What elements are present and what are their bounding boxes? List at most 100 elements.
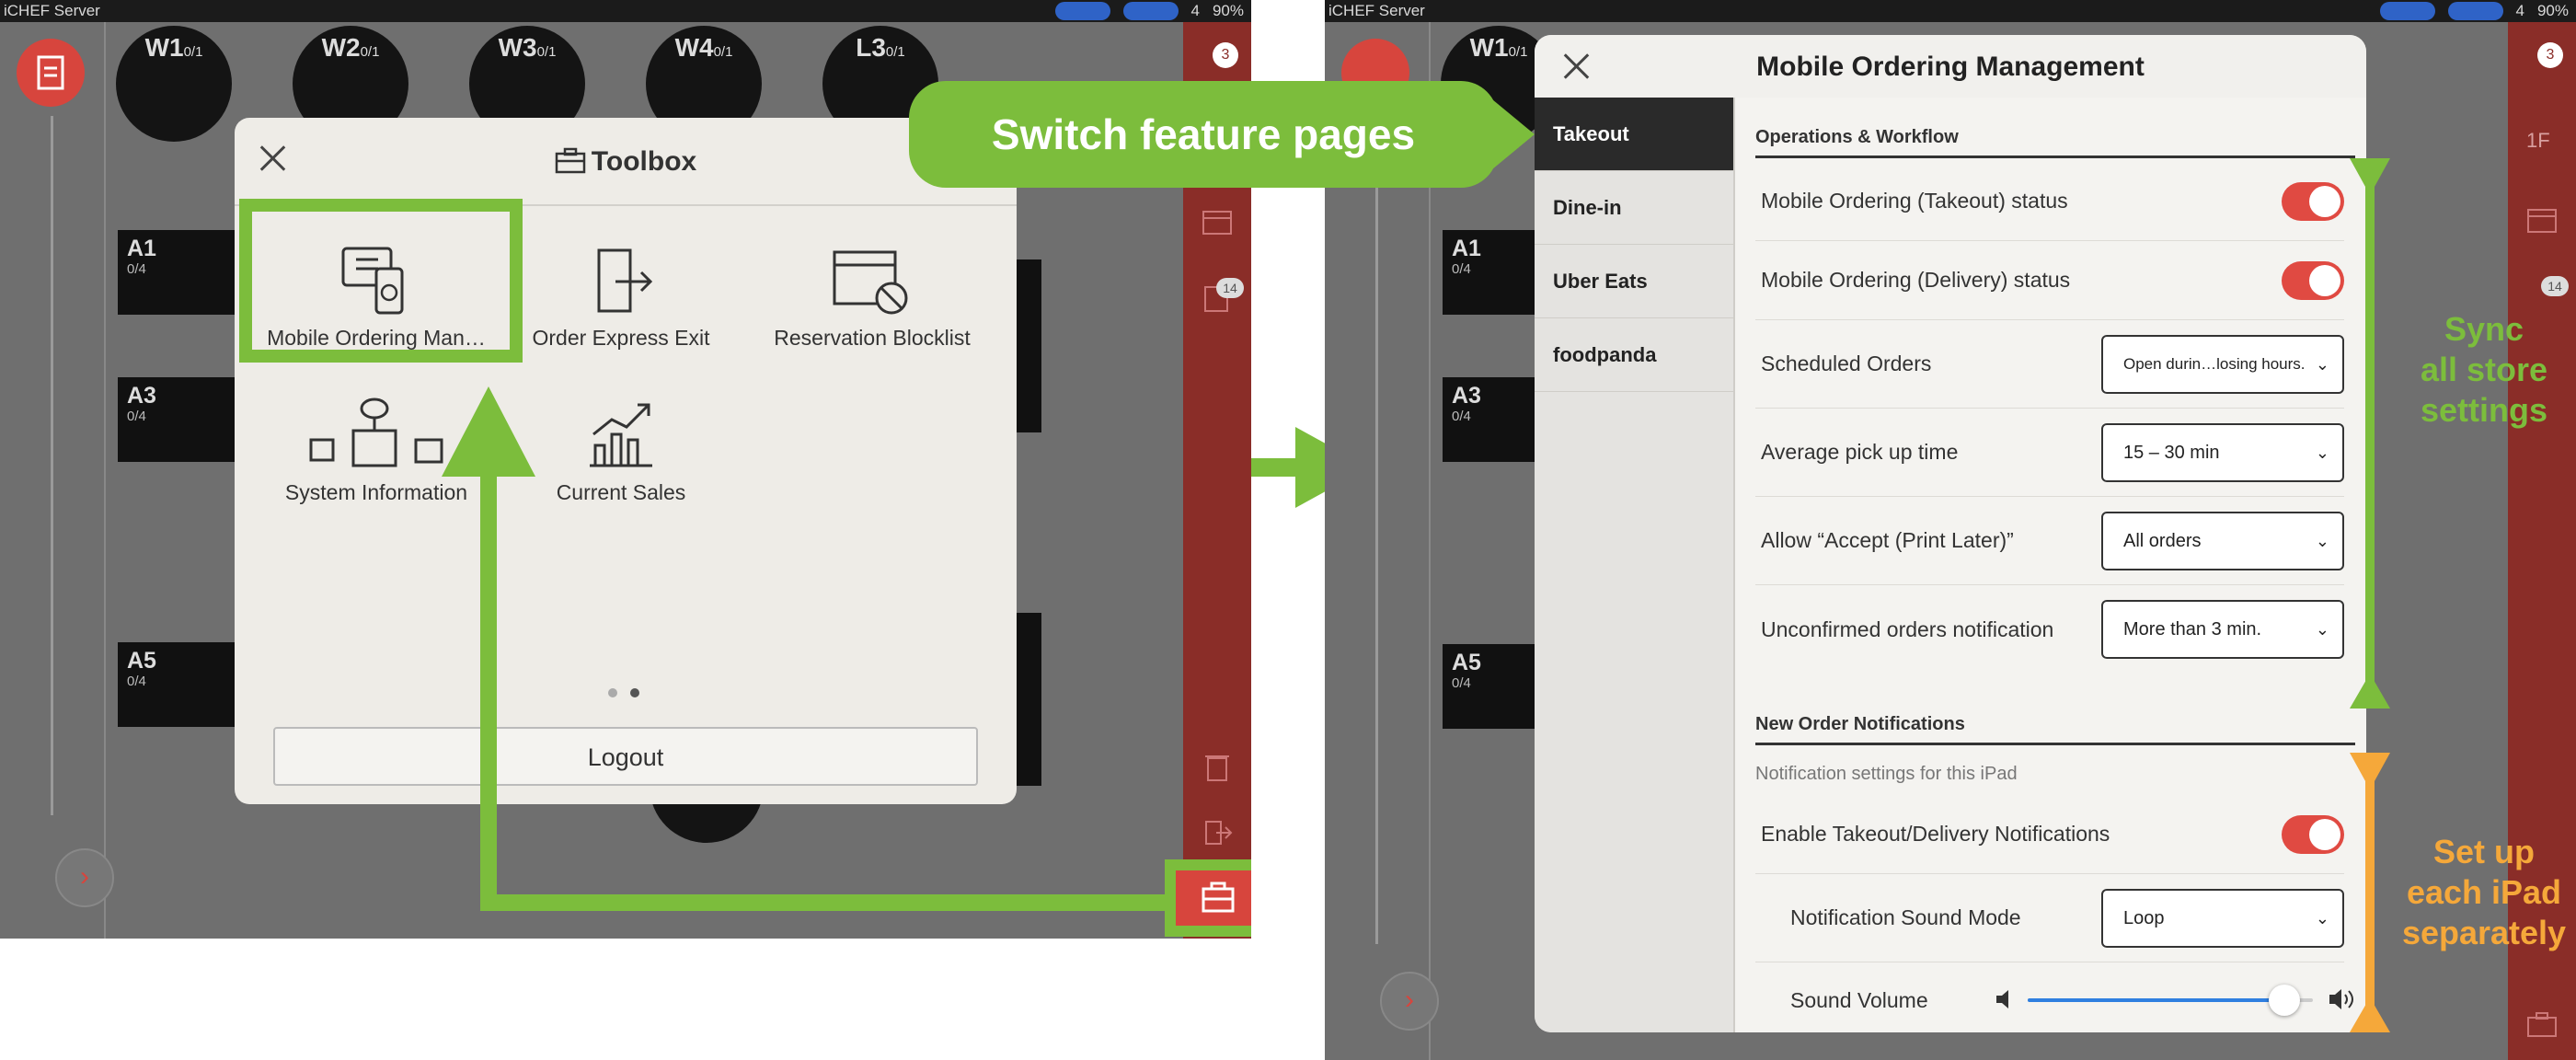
chevron-down-icon: ⌄ xyxy=(2315,909,2329,928)
highlight-frame-toolbox-button xyxy=(1165,859,1251,937)
people-count: 4 xyxy=(2515,2,2524,19)
accept-print-later-select[interactable]: All orders ⌄ xyxy=(2101,512,2344,570)
logout-button[interactable]: Logout xyxy=(273,727,978,786)
setting-label: Mobile Ordering (Delivery) status xyxy=(1761,268,2071,292)
page-indicator-dot-active[interactable] xyxy=(630,688,639,697)
rect-table[interactable]: A5 0/4 xyxy=(118,642,247,727)
new-order-icon xyxy=(37,55,64,90)
status-bar: iCHEF Server 4 90% xyxy=(0,0,1251,22)
calendar-icon[interactable] xyxy=(1202,208,1233,240)
setting-label: Scheduled Orders xyxy=(1761,351,1932,375)
battery-level: 90% xyxy=(2536,2,2569,19)
trash-icon[interactable] xyxy=(1203,751,1231,787)
nav-item-dine-in[interactable]: Dine-in xyxy=(1535,171,1733,245)
setting-row: Unconfirmed orders notification More tha… xyxy=(1755,585,2344,674)
receipt-badge: 14 xyxy=(2541,276,2569,296)
setting-row: Mobile Ordering (Takeout) status xyxy=(1755,162,2344,241)
setting-row: Allow “Accept (Print Later)” All orders ⌄ xyxy=(1755,497,2344,585)
pickup-time-select[interactable]: 15 – 30 min ⌄ xyxy=(2101,423,2344,482)
ipad-annotation: Set up each iPad separately xyxy=(2401,833,2567,951)
guide-line-horizontal xyxy=(480,894,1170,911)
setting-row: Average pick up time 15 – 30 min ⌄ xyxy=(1755,409,2344,497)
setting-label: Average pick up time xyxy=(1761,440,1959,464)
rect-table[interactable]: A1 0/4 xyxy=(118,230,247,315)
setting-label: Sound Volume xyxy=(1790,987,1928,1012)
receipt-badge: 14 xyxy=(1216,278,1244,298)
toolbox-button-icon[interactable] xyxy=(1176,870,1251,926)
setting-label: Unconfirmed orders notification xyxy=(1761,616,2054,641)
settings-content: Operations & Workflow Mobile Ordering (T… xyxy=(1735,98,2366,1032)
status-bar: iCHEF Server 4 90% xyxy=(1325,0,2576,22)
composite-tutorial-image: iCHEF Server 4 90% 3 14 › W10/1 W20/1 W3… xyxy=(0,0,2576,1060)
nav-item-takeout[interactable]: Takeout xyxy=(1535,98,1733,171)
floor-slider-track xyxy=(1375,116,1378,944)
enable-notifications-toggle[interactable] xyxy=(2282,815,2344,854)
battery-level: 90% xyxy=(1212,2,1244,19)
system-info-icon xyxy=(309,398,443,467)
setting-label: Notification Sound Mode xyxy=(1790,905,2021,929)
section-heading: New Order Notifications xyxy=(1755,714,2355,745)
floor-slider-track xyxy=(51,116,53,815)
close-toolbox-button[interactable] xyxy=(255,140,292,177)
new-order-button[interactable] xyxy=(17,39,85,107)
volume-slider-fill xyxy=(2028,998,2284,1002)
status-pill xyxy=(2447,2,2503,20)
sales-chart-icon xyxy=(590,403,652,467)
section-subtitle: Notification settings for this iPad xyxy=(1755,764,2018,784)
divider-line xyxy=(104,22,106,939)
expand-panel-button[interactable]: › xyxy=(55,848,114,907)
setting-row: Sound Volume xyxy=(1755,962,2353,1032)
chevron-down-icon: ⌄ xyxy=(2315,620,2329,639)
toolbox-icon[interactable] xyxy=(2526,1010,2558,1043)
chevron-down-icon: ⌄ xyxy=(2315,444,2329,462)
switch-feature-pages-callout: Switch feature pages xyxy=(909,81,1498,188)
nav-item-foodpanda[interactable]: foodpanda xyxy=(1535,318,1733,392)
status-pill xyxy=(1122,2,1179,20)
guide-arrow-up xyxy=(442,386,535,911)
rect-table[interactable]: A3 0/4 xyxy=(118,377,247,462)
tool-current-sales[interactable]: Current Sales xyxy=(511,385,731,505)
toolbox-title-text: Toolbox xyxy=(591,146,697,177)
volume-low-icon xyxy=(1996,990,2008,1008)
nav-item-uber-eats[interactable]: Uber Eats xyxy=(1535,245,1733,318)
toolbox-title: Toolbox xyxy=(235,118,1017,206)
close-dialog-button[interactable] xyxy=(1558,48,1595,85)
round-table[interactable]: W10/1 xyxy=(116,26,232,142)
ipad-bracket xyxy=(2350,753,2390,1032)
feature-nav: Takeout Dine-in Uber Eats foodpanda xyxy=(1535,98,1735,1032)
status-app-name: iCHEF Server xyxy=(4,2,100,19)
floor-label[interactable]: 1F xyxy=(2526,129,2550,153)
setting-label: Allow “Accept (Print Later)” xyxy=(1761,528,2014,552)
door-exit-icon xyxy=(597,248,653,313)
status-app-name: iCHEF Server xyxy=(1328,2,1425,19)
highlight-frame-mobile-ordering xyxy=(239,199,523,363)
status-pill xyxy=(2379,2,2435,20)
callout-text: Switch feature pages xyxy=(991,110,1416,158)
section-heading: Operations & Workflow xyxy=(1755,127,2355,158)
dialog-title: Mobile Ordering Management xyxy=(1535,35,2366,98)
toolbox-icon xyxy=(555,147,586,174)
exit-icon[interactable] xyxy=(1203,819,1233,851)
takeout-status-toggle[interactable] xyxy=(2282,182,2344,221)
mobile-ordering-dialog: Mobile Ordering Management Takeout Dine-… xyxy=(1535,35,2366,1032)
delivery-status-toggle[interactable] xyxy=(2282,261,2344,300)
tool-reservation-blocklist[interactable]: Reservation Blocklist xyxy=(739,228,1006,351)
setting-row: Scheduled Orders Open durin…losing hours… xyxy=(1755,320,2344,409)
volume-slider[interactable] xyxy=(2028,985,2313,1016)
callout-pointer xyxy=(1492,99,1535,169)
people-count: 4 xyxy=(1190,2,1200,19)
sound-mode-select[interactable]: Loop ⌄ xyxy=(2101,889,2344,948)
sync-bracket xyxy=(2350,158,2390,709)
tool-order-express-exit[interactable]: Order Express Exit xyxy=(511,228,731,351)
calendar-icon[interactable] xyxy=(2526,206,2558,238)
expand-panel-button[interactable]: › xyxy=(1380,972,1439,1031)
notification-badge: 3 xyxy=(2537,42,2563,68)
tool-label: Reservation Blocklist xyxy=(774,326,971,350)
sync-annotation: Sync all store settings xyxy=(2420,310,2548,429)
unconfirmed-notification-select[interactable]: More than 3 min. ⌄ xyxy=(2101,600,2344,659)
setting-row: Mobile Ordering (Delivery) status xyxy=(1755,241,2344,320)
volume-slider-thumb[interactable] xyxy=(2269,985,2300,1016)
status-pill xyxy=(1054,2,1110,20)
scheduled-orders-select[interactable]: Open durin…losing hours. ⌄ xyxy=(2101,335,2344,394)
page-indicator-dot[interactable] xyxy=(608,688,617,697)
